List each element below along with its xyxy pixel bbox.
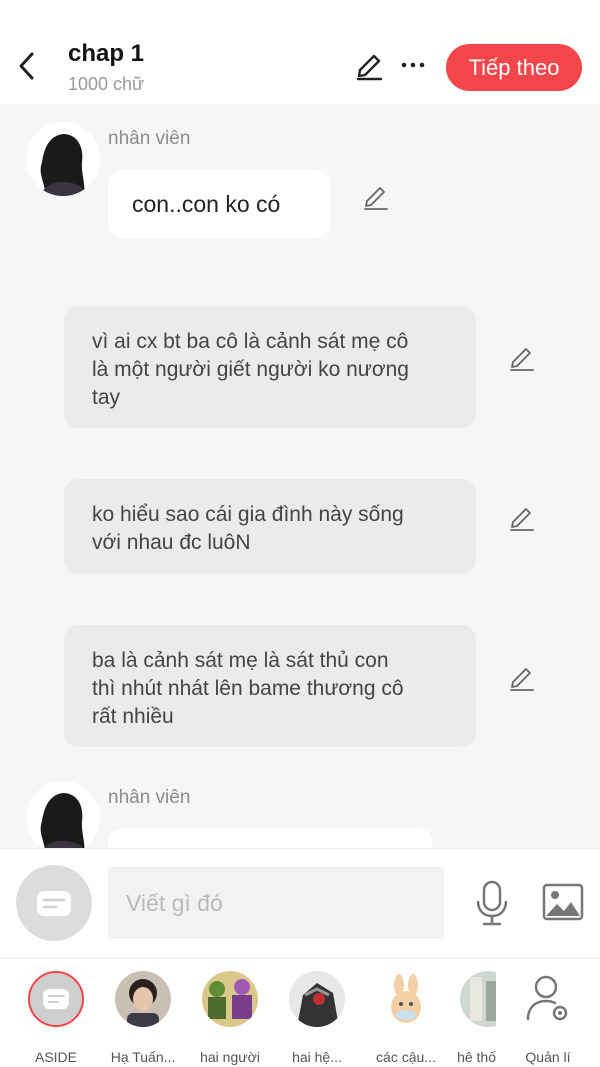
narration-line: ba là cảnh sát mẹ là sát thủ con [92,649,389,672]
back-arrow-icon[interactable] [14,50,40,82]
edit-message-icon[interactable] [508,665,536,693]
character-item[interactable]: hệ thố [444,971,496,1063]
edit-message-icon[interactable] [362,184,390,212]
character-label: ASIDE [34,1049,77,1065]
narration-line: thì nhút nhát lên bame thương cô [92,677,404,700]
speaker-name: nhân viên [108,128,191,149]
avatar [289,971,345,1027]
avatar [378,971,434,1027]
character-item[interactable]: hai người [190,971,270,1065]
narration-line: là một người giết người ko nương [92,358,409,381]
aside-avatar [28,971,84,1027]
message-input[interactable] [108,867,444,939]
manage-characters-button[interactable]: Quản lí [508,971,588,1065]
character-label: hai hệ... [292,1049,342,1065]
character-label: Hạ Tuấn... [110,1049,176,1065]
narration-bubble[interactable]: ba là cảnh sát mẹ là sát thủ con thì nhú… [64,625,476,747]
chat-bubble-icon [43,989,69,1009]
narration-line: với nhau đc luôN [92,531,251,554]
narration-line: ko hiểu sao cái gia đình này sống [92,503,404,526]
edit-pencil-icon[interactable] [354,52,384,82]
word-count: 1000 chữ [68,74,145,94]
aside-toggle-button[interactable] [16,865,92,941]
more-options-icon[interactable] [400,50,426,80]
silhouette-icon [40,793,85,848]
silhouette-icon [40,134,88,196]
image-upload-icon[interactable] [542,883,584,921]
dialogue-bubble[interactable] [108,828,432,848]
speaker-name: nhân viên [108,787,191,808]
edit-message-icon[interactable] [508,505,536,533]
narration-line: rất nhiều [92,705,174,728]
narration-line: tay [92,386,121,409]
character-label: hai người [200,1049,260,1065]
next-button[interactable]: Tiếp theo [446,44,582,91]
character-label: các cậu... [376,1049,436,1065]
dialogue-bubble[interactable]: con..con ko có [108,170,330,238]
avatar [115,971,171,1027]
character-item[interactable]: hai hệ... [277,971,357,1065]
character-item[interactable]: các cậu... [366,971,446,1065]
character-bar: ASIDE Hạ Tuấn... hai người hai hệ... các… [0,958,600,1067]
composer [0,848,600,958]
chat-bubble-icon [37,891,71,916]
narration-bubble[interactable]: ko hiểu sao cái gia đình này sống với nh… [64,479,476,574]
avatar [460,971,496,1027]
chat-area[interactable]: nhân viên con..con ko có vì ai cx bt ba … [0,104,600,848]
character-item[interactable]: Hạ Tuấn... [103,971,183,1065]
narration-bubble[interactable]: vì ai cx bt ba cô là cảnh sát mẹ cô là m… [64,306,476,428]
user-settings-icon [526,975,568,1021]
edit-message-icon[interactable] [508,345,536,373]
avatar[interactable] [26,781,100,848]
dialogue-text: con..con ko có [132,190,281,217]
narration-line: vì ai cx bt ba cô là cảnh sát mẹ cô [92,330,409,353]
avatar[interactable] [26,122,100,196]
character-label: hệ thố [457,1049,496,1063]
microphone-icon[interactable] [474,879,510,927]
character-aside[interactable]: ASIDE [16,971,96,1065]
avatar [202,971,258,1027]
chapter-title: chap 1 [68,40,145,67]
top-bar: chap 1 1000 chữ Tiếp theo [0,0,600,104]
character-label: Quản lí [525,1049,571,1065]
